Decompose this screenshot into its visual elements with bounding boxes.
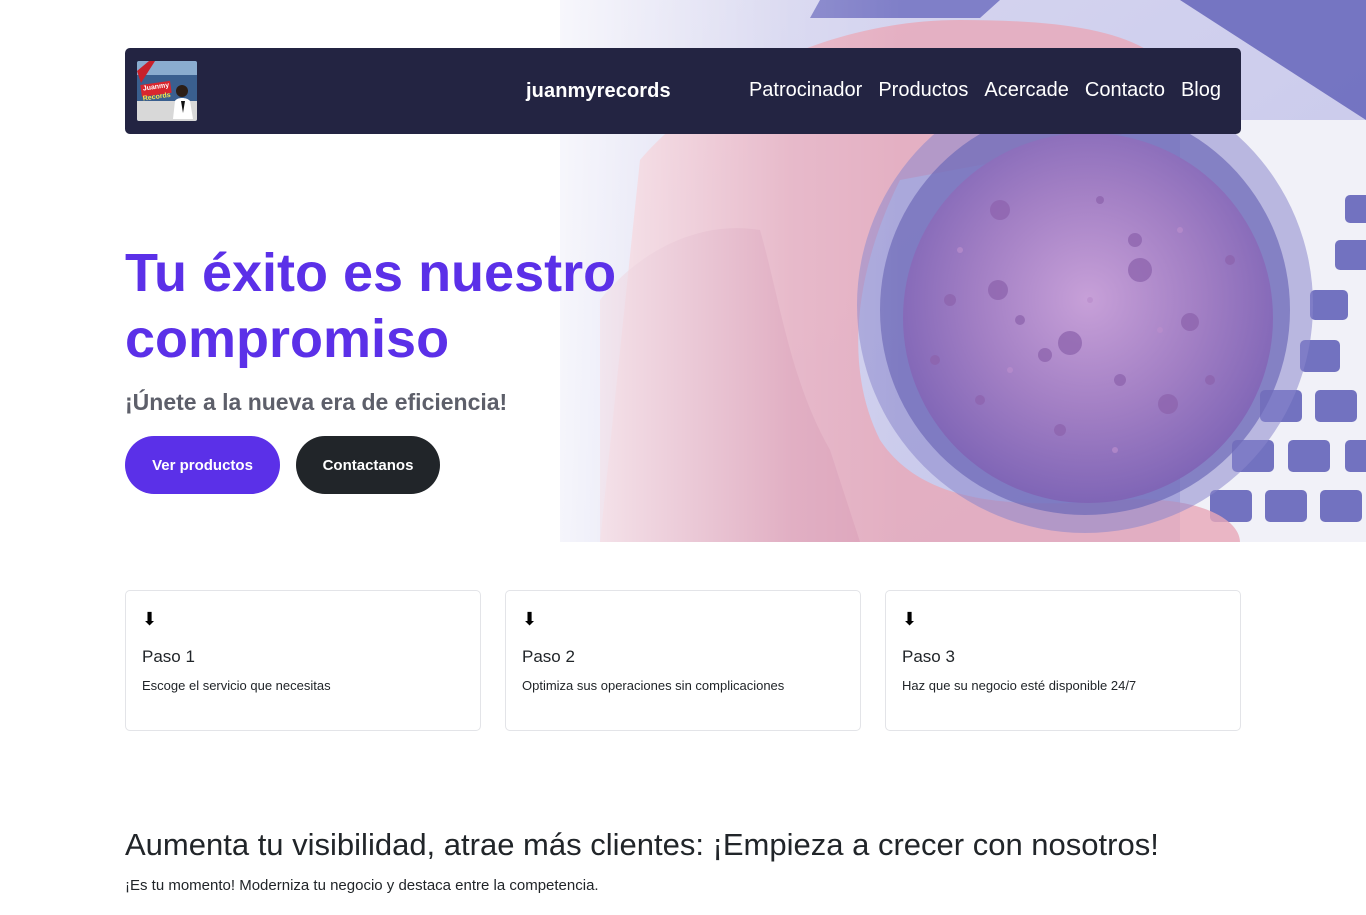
ver-productos-button[interactable]: Ver productos (125, 436, 280, 494)
arrow-down-icon: ⬇ (142, 609, 158, 629)
nav-link-blog[interactable]: Blog (1181, 79, 1221, 102)
nav-links: Patrocinador Productos Acercade Contacto… (749, 79, 1221, 102)
arrow-down-icon: ⬇ (522, 609, 538, 629)
step-title: Paso 1 (142, 647, 195, 666)
step-card-2: ⬇ Paso 2 Optimiza sus operaciones sin co… (505, 590, 861, 731)
contactanos-button[interactable]: Contactanos (296, 436, 440, 494)
nav-link-contacto[interactable]: Contacto (1085, 79, 1165, 102)
arrow-down-icon: ⬇ (902, 609, 918, 629)
brand-name[interactable]: juanmyrecords (526, 80, 671, 103)
section-title: Aumenta tu visibilidad, atrae más client… (125, 827, 1159, 862)
step-card-3: ⬇ Paso 3 Haz que su negocio esté disponi… (885, 590, 1241, 731)
step-text: Escoge el servicio que necesitas (142, 678, 331, 693)
step-title: Paso 3 (902, 647, 955, 666)
nav-link-acercade[interactable]: Acercade (984, 79, 1069, 102)
hero-title: Tu éxito es nuestro compromiso (125, 243, 617, 369)
nav-link-patrocinador[interactable]: Patrocinador (749, 79, 862, 102)
nav-link-productos[interactable]: Productos (878, 79, 968, 102)
navbar: Juanmy Records juanmyrecords Patrocinado… (125, 48, 1241, 134)
step-title: Paso 2 (522, 647, 575, 666)
steps-cards: ⬇ Paso 1 Escoge el servicio que necesita… (125, 590, 1241, 731)
section-text: ¡Es tu momento! Moderniza tu negocio y d… (125, 877, 599, 894)
brand-logo[interactable]: Juanmy Records (137, 61, 197, 121)
step-card-1: ⬇ Paso 1 Escoge el servicio que necesita… (125, 590, 481, 731)
hero-subtitle: ¡Únete a la nueva era de eficiencia! (125, 389, 508, 415)
step-text: Haz que su negocio esté disponible 24/7 (902, 678, 1137, 693)
step-text: Optimiza sus operaciones sin complicacio… (522, 678, 785, 693)
logo-image: Juanmy Records (137, 61, 197, 121)
